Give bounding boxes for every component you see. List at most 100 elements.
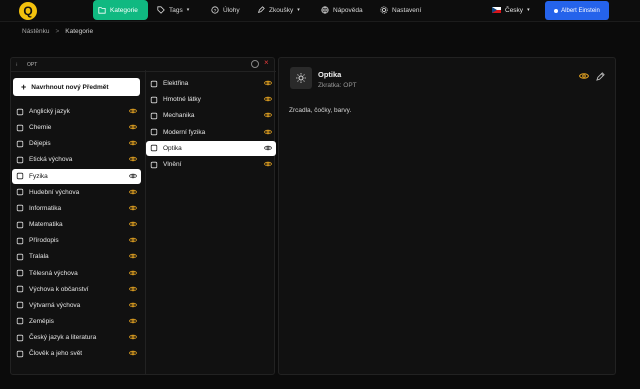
- subject-item[interactable]: Etická výchova: [12, 152, 141, 167]
- subcategory-label: Elektřina: [163, 80, 189, 87]
- subcategory-label: Hmotné látky: [163, 96, 201, 104]
- subject-item[interactable]: Tělesná výchova: [12, 266, 141, 281]
- subject-item[interactable]: Tralala: [12, 249, 141, 264]
- close-icon[interactable]: ×: [264, 58, 269, 67]
- language-selector[interactable]: Česky ▾: [492, 0, 530, 20]
- eye-icon[interactable]: [264, 144, 272, 152]
- subject-item[interactable]: Hudební výchova: [12, 185, 141, 200]
- language-label: Česky: [505, 6, 524, 14]
- sun-icon: [296, 73, 306, 83]
- subject-item[interactable]: Výchova k občanství: [12, 282, 141, 297]
- chevron-down-icon: ▾: [186, 7, 190, 13]
- sparkles-icon: [16, 172, 24, 180]
- sun-icon: [150, 145, 158, 152]
- subject-label: Anglický jazyk: [29, 108, 70, 115]
- history-icon[interactable]: [251, 60, 259, 68]
- eye-icon[interactable]: [129, 236, 137, 244]
- subject-label: Tralala: [29, 253, 49, 261]
- breadcrumb: Nástěnku > Kategorie: [22, 28, 93, 35]
- subcategory-item[interactable]: Hmotné látky: [146, 92, 276, 107]
- subcategory-item[interactable]: Optika: [146, 140, 276, 156]
- eye-icon[interactable]: [264, 128, 272, 136]
- breadcrumb-current: Kategorie: [65, 28, 94, 35]
- eye-icon[interactable]: [129, 252, 137, 260]
- eye-icon[interactable]: [129, 269, 137, 277]
- eye-icon[interactable]: [129, 188, 137, 196]
- eye-icon[interactable]: [264, 111, 272, 119]
- subject-label: Zeměpis: [29, 317, 54, 325]
- nav-nastaveni[interactable]: Nastavení: [380, 0, 421, 20]
- subject-item[interactable]: Přírodopis: [12, 233, 141, 248]
- subject-label: Chemie: [29, 124, 52, 132]
- detail-description: Zrcadla, čočky, barvy.: [289, 107, 352, 114]
- app-logo[interactable]: Q: [19, 2, 37, 20]
- subject-item[interactable]: Výtvarná výchova: [12, 298, 141, 313]
- calculator-icon: [16, 221, 24, 228]
- subject-item[interactable]: Matematika: [12, 217, 141, 232]
- subject-label: Fyzika: [29, 172, 48, 180]
- heart-icon: [16, 156, 24, 164]
- breadcrumb-home[interactable]: Nástěnku: [22, 28, 49, 35]
- eye-icon[interactable]: [264, 79, 272, 87]
- open-book-icon: [16, 334, 24, 341]
- czech-flag-icon: [492, 7, 501, 13]
- subject-label: Informatika: [29, 204, 62, 212]
- subcategory-item[interactable]: Moderní fyzika: [146, 125, 276, 140]
- subcategory-item[interactable]: Vlnění: [146, 157, 276, 172]
- eye-icon[interactable]: [129, 220, 137, 228]
- eye-icon[interactable]: [579, 72, 589, 80]
- nav-kategorie[interactable]: Kategorie: [93, 0, 148, 20]
- eye-icon[interactable]: [129, 155, 137, 163]
- nav-ulohy-label: Úlohy: [223, 6, 240, 14]
- subject-item[interactable]: Člověk a jeho svět: [12, 346, 141, 361]
- eye-icon[interactable]: [129, 333, 137, 341]
- subcategory-item[interactable]: Elektřina: [146, 76, 276, 91]
- gear-icon: [380, 6, 388, 14]
- battery-icon: [150, 80, 158, 87]
- subject-item[interactable]: Fyzika: [12, 168, 141, 184]
- edit-icon[interactable]: [596, 72, 605, 81]
- scroll-icon: [16, 140, 24, 147]
- plus-icon: +: [21, 82, 27, 92]
- subject-item[interactable]: Dějepis: [12, 136, 141, 151]
- eye-icon[interactable]: [129, 301, 137, 309]
- subject-label: Výchova k občanství: [29, 285, 89, 293]
- nav-napoveda[interactable]: Nápověda: [321, 0, 363, 20]
- user-button[interactable]: Albert Einstein: [545, 1, 609, 20]
- subcategory-label: Mechanika: [163, 112, 195, 120]
- subcategory-label: Optika: [163, 144, 182, 152]
- eye-icon[interactable]: [129, 349, 137, 357]
- subject-label: Etická výchova: [29, 156, 73, 164]
- suggest-subject-label: Navrhnout nový Předmět: [31, 83, 109, 91]
- music-note-icon: [16, 189, 24, 196]
- tag-icon: [157, 6, 165, 14]
- help-circle-icon: ?: [211, 6, 219, 14]
- eye-icon[interactable]: [129, 139, 137, 147]
- folder-icon: [98, 7, 106, 14]
- eye-icon[interactable]: [129, 285, 137, 293]
- nav-tags[interactable]: Tags ▾: [157, 0, 189, 20]
- subject-item[interactable]: Informatika: [12, 201, 141, 216]
- eye-icon[interactable]: [129, 123, 137, 131]
- eye-icon[interactable]: [129, 172, 137, 180]
- user-name: Albert Einstein: [561, 7, 600, 14]
- user-status-icon: [554, 8, 559, 13]
- sidebar-toggle-icon[interactable]: ⁝: [16, 62, 18, 68]
- subject-item[interactable]: Chemie: [12, 120, 141, 135]
- panel-code: OPT: [27, 62, 38, 68]
- subject-label: Matematika: [29, 221, 63, 229]
- nav-ulohy[interactable]: ? Úlohy: [211, 0, 240, 20]
- eye-icon[interactable]: [264, 160, 272, 168]
- eye-icon[interactable]: [264, 95, 272, 103]
- globe-icon: [321, 6, 329, 14]
- eye-icon[interactable]: [129, 317, 137, 325]
- subject-item[interactable]: Český jazyk a literatura: [12, 330, 141, 345]
- nav-tags-label: Tags: [169, 6, 183, 14]
- subject-item[interactable]: Anglický jazyk: [12, 104, 141, 119]
- eye-icon[interactable]: [129, 204, 137, 212]
- subject-item[interactable]: Zeměpis: [12, 314, 141, 329]
- nav-zkousky[interactable]: Zkoušky ▾: [257, 0, 300, 20]
- eye-icon[interactable]: [129, 107, 137, 115]
- suggest-subject-button[interactable]: + Navrhnout nový Předmět: [13, 78, 140, 96]
- subcategory-item[interactable]: Mechanika: [146, 108, 276, 123]
